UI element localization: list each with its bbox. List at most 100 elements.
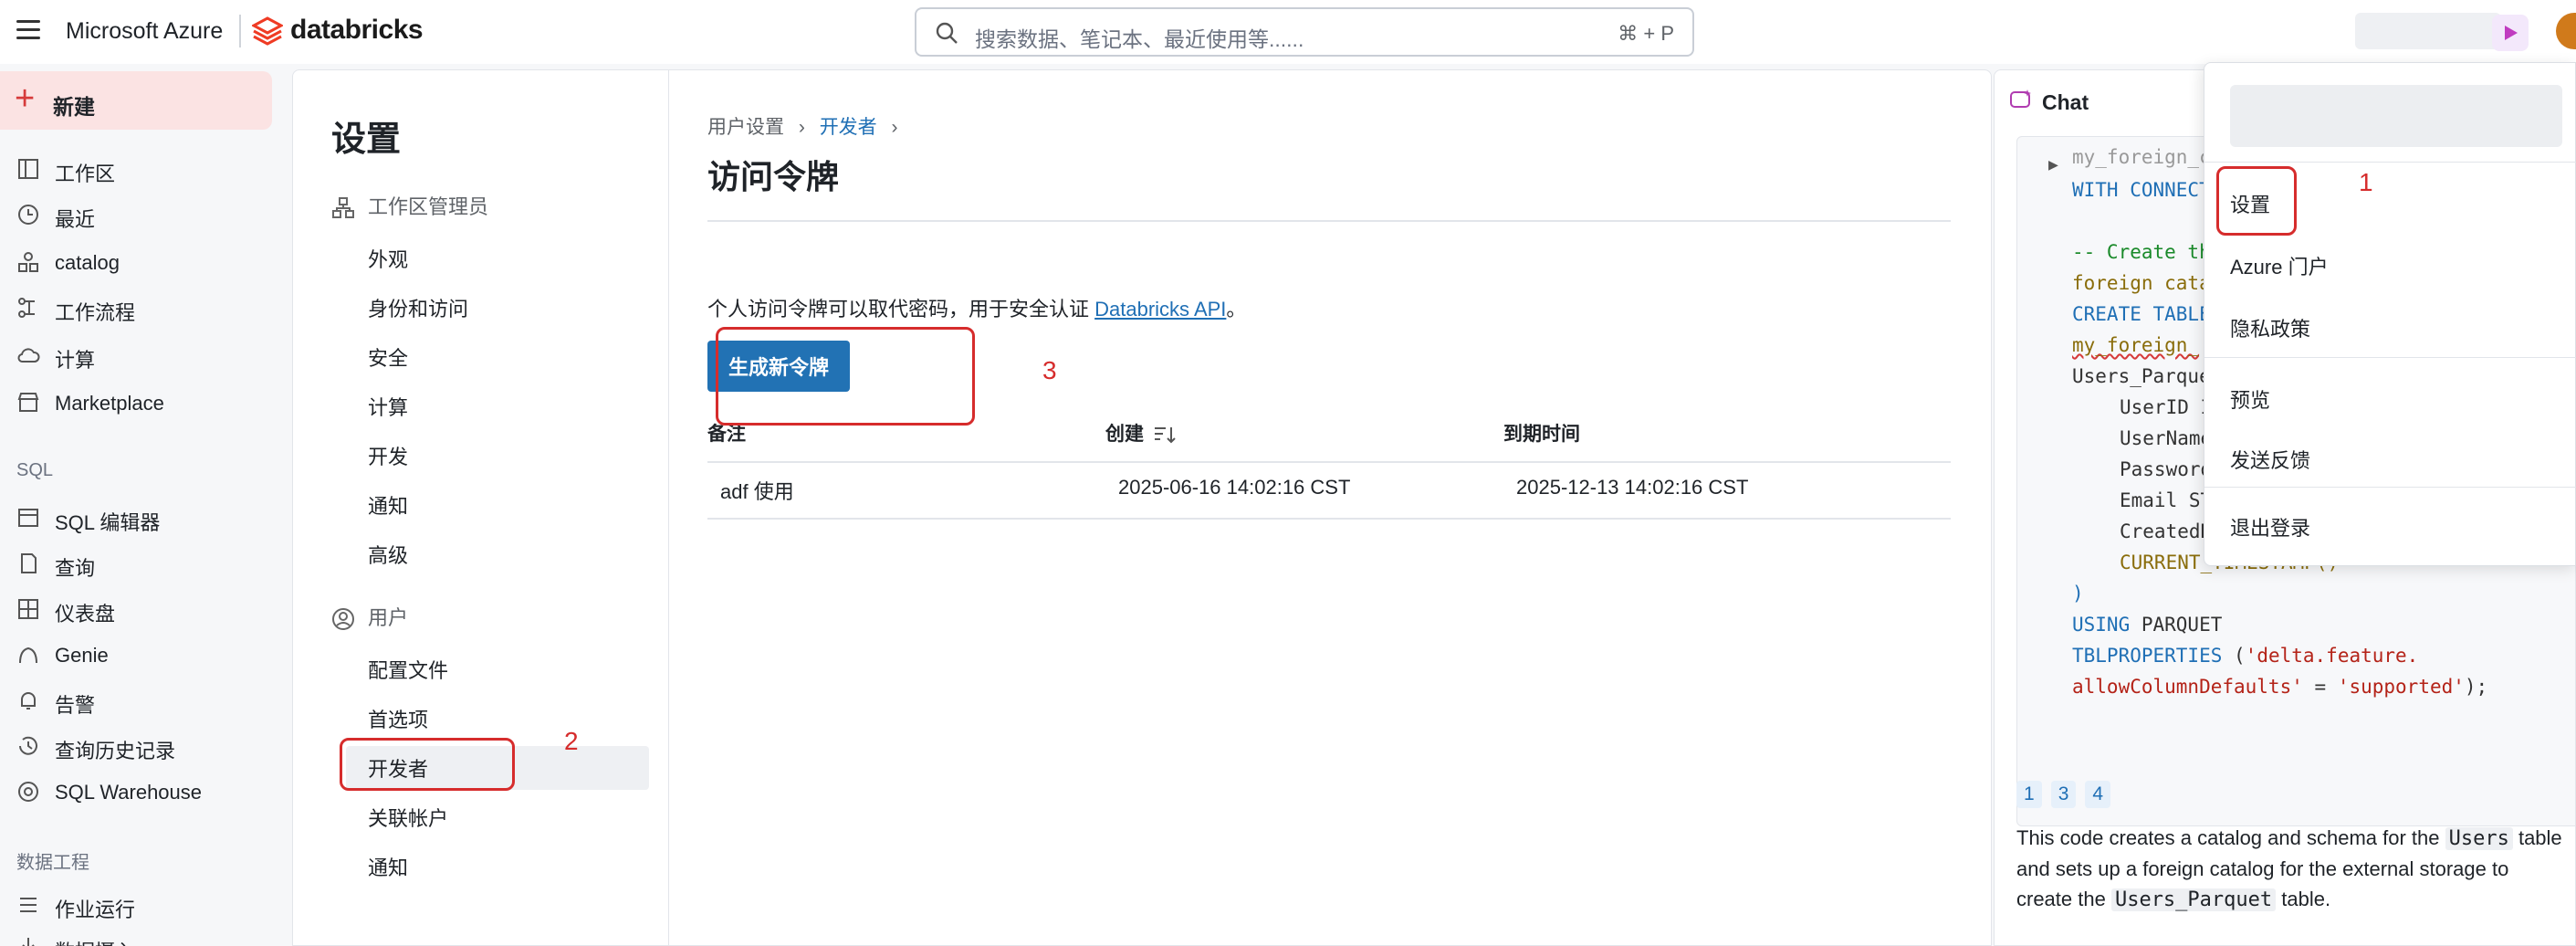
settings-group-label: 用户 xyxy=(368,606,409,629)
left-sidebar: + 新建 工作区 最近 catalog 工作流程 计算 Marketplace … xyxy=(0,64,285,946)
chat-text-part: This code creates a catalog and schema f… xyxy=(2016,826,2445,849)
menu-item-send-feedback[interactable]: 发送反馈 xyxy=(2230,445,2310,474)
sidebar-item-label: 数据摄入 xyxy=(55,936,135,946)
settings-item-user-notifications[interactable]: 通知 xyxy=(368,852,408,881)
annotation-number-1: 1 xyxy=(2359,168,2373,196)
sidebar-item-label: SQL 编辑器 xyxy=(55,511,161,534)
clock-icon xyxy=(18,205,38,225)
store-icon xyxy=(17,393,39,412)
token-description: 个人访问令牌可以取代密码，用于安全认证 Databricks API。 xyxy=(707,293,1246,322)
databricks-api-link[interactable]: Databricks API xyxy=(1094,298,1226,321)
sidebar-item-recent[interactable]: 最近 xyxy=(0,194,274,234)
breadcrumb-user-settings[interactable]: 用户设置 xyxy=(707,117,784,138)
sidebar-item-catalog[interactable]: catalog xyxy=(0,241,274,281)
new-button[interactable]: + 新建 xyxy=(0,71,272,130)
settings-item-preferences[interactable]: 首选项 xyxy=(368,704,428,733)
sidebar-item-genie[interactable]: Genie xyxy=(0,634,274,674)
table-header-created[interactable]: 创建 xyxy=(1105,419,1177,447)
sidebar-item-query-history[interactable]: 查询历史记录 xyxy=(0,725,274,765)
sidebar-item-dashboards[interactable]: 仪表盘 xyxy=(0,588,274,628)
menu-item-previews[interactable]: 预览 xyxy=(2230,384,2270,414)
page-title: 访问令牌 xyxy=(707,158,840,195)
sidebar-item-label: 工作区 xyxy=(55,163,116,185)
sidebar-item-compute[interactable]: 计算 xyxy=(0,334,274,374)
menu-item-privacy-policy[interactable]: 隐私政策 xyxy=(2230,313,2310,342)
sidebar-item-label: 查询历史记录 xyxy=(55,740,176,762)
dashboard-icon xyxy=(18,599,38,619)
settings-item-appearance[interactable]: 外观 xyxy=(368,244,408,273)
table-row-divider xyxy=(707,518,1951,520)
workflow-icon xyxy=(18,298,35,318)
user-name-redacted[interactable] xyxy=(2355,13,2501,49)
sidebar-item-label: catalog xyxy=(55,251,120,274)
sidebar-item-label: 查询 xyxy=(55,557,96,580)
new-button-label: 新建 xyxy=(53,95,95,119)
citation-ref[interactable]: 1 xyxy=(2016,781,2042,808)
chat-response-text: This code creates a catalog and schema f… xyxy=(2016,823,2564,915)
settings-group-user: 用户 xyxy=(331,602,408,631)
menu-divider xyxy=(2204,162,2576,163)
user-circle-icon xyxy=(332,608,354,631)
annotation-number-3: 3 xyxy=(1042,356,1057,384)
avatar[interactable] xyxy=(2556,13,2576,49)
menu-divider xyxy=(2204,357,2576,358)
sidebar-item-ingest[interactable]: 数据摄入 xyxy=(0,926,274,946)
settings-title: 设置 xyxy=(331,121,402,159)
global-search-input[interactable]: 搜索数据、笔记本、最近使用等...... ⌘ + P xyxy=(915,7,1694,57)
user-info-redacted xyxy=(2230,85,2562,147)
citation-ref[interactable]: 4 xyxy=(2085,781,2111,808)
sql-editor-icon xyxy=(18,509,38,527)
menu-item-azure-portal[interactable]: Azure 门户 xyxy=(2230,251,2329,280)
sidebar-section-data-engineering: 数据工程 xyxy=(16,853,89,873)
assistant-icon[interactable] xyxy=(2492,15,2529,51)
brand-databricks[interactable]: databricks xyxy=(290,15,424,46)
sidebar-item-label: Marketplace xyxy=(55,392,164,415)
history-icon xyxy=(19,736,37,755)
query-icon xyxy=(21,553,37,573)
databricks-logo-icon[interactable] xyxy=(252,16,283,46)
description-suffix: 。 xyxy=(1226,298,1247,321)
menu-divider xyxy=(2204,487,2576,488)
search-shortcut: ⌘ + P xyxy=(1618,22,1674,45)
settings-item-compute[interactable]: 计算 xyxy=(368,392,408,421)
sidebar-item-job-runs[interactable]: 作业运行 xyxy=(0,884,274,924)
sidebar-item-label: 最近 xyxy=(55,208,96,231)
brand-azure[interactable]: Microsoft Azure xyxy=(66,18,223,45)
sidebar-item-marketplace[interactable]: Marketplace xyxy=(0,382,274,422)
top-bar: Microsoft Azure databricks 搜索数据、笔记本、最近使用… xyxy=(0,0,2576,64)
hamburger-menu-icon[interactable] xyxy=(16,20,40,40)
sidebar-item-sql-editor[interactable]: SQL 编辑器 xyxy=(0,497,274,537)
settings-item-notifications[interactable]: 通知 xyxy=(368,490,408,520)
sidebar-item-workspace[interactable]: 工作区 xyxy=(0,148,274,188)
sort-icon[interactable] xyxy=(1153,425,1177,445)
settings-item-identity-access[interactable]: 身份和访问 xyxy=(368,293,468,322)
citation-ref[interactable]: 3 xyxy=(2050,781,2077,808)
sidebar-item-label: SQL Warehouse xyxy=(55,781,203,804)
settings-item-security[interactable]: 安全 xyxy=(368,342,408,372)
annotation-box-2 xyxy=(340,738,515,791)
settings-item-profile[interactable]: 配置文件 xyxy=(368,655,448,684)
description-text: 个人访问令牌可以取代密码，用于安全认证 xyxy=(707,298,1095,321)
admin-group-icon xyxy=(332,197,354,219)
expand-triangle-icon[interactable]: ▶ xyxy=(2048,155,2058,174)
settings-item-linked-accounts[interactable]: 关联帐户 xyxy=(368,803,448,832)
sidebar-item-label: 作业运行 xyxy=(55,899,136,921)
citation-refs: 1 3 4 xyxy=(2016,781,2111,808)
table-header-expires[interactable]: 到期时间 xyxy=(1503,419,1580,447)
sidebar-item-label: 计算 xyxy=(55,349,96,372)
settings-item-development[interactable]: 开发 xyxy=(368,441,408,470)
sidebar-item-sql-warehouse[interactable]: SQL Warehouse xyxy=(0,771,274,811)
bell-icon xyxy=(21,692,36,710)
search-icon xyxy=(936,22,958,44)
user-menu-dropdown: 设置 Azure 门户 隐私政策 预览 发送反馈 退出登录 xyxy=(2204,62,2576,566)
annotation-number-2: 2 xyxy=(564,727,579,755)
sidebar-item-workflows[interactable]: 工作流程 xyxy=(0,287,274,327)
breadcrumb-developer[interactable]: 开发者 xyxy=(820,117,877,138)
settings-group-label: 工作区管理员 xyxy=(368,195,489,218)
cloud-icon xyxy=(17,348,40,363)
settings-item-advanced[interactable]: 高级 xyxy=(368,540,408,569)
sidebar-item-alerts[interactable]: 告警 xyxy=(0,679,274,720)
sidebar-item-queries[interactable]: 查询 xyxy=(0,542,274,583)
chat-sparkle-icon xyxy=(2010,89,2031,108)
menu-item-logout[interactable]: 退出登录 xyxy=(2230,512,2310,541)
